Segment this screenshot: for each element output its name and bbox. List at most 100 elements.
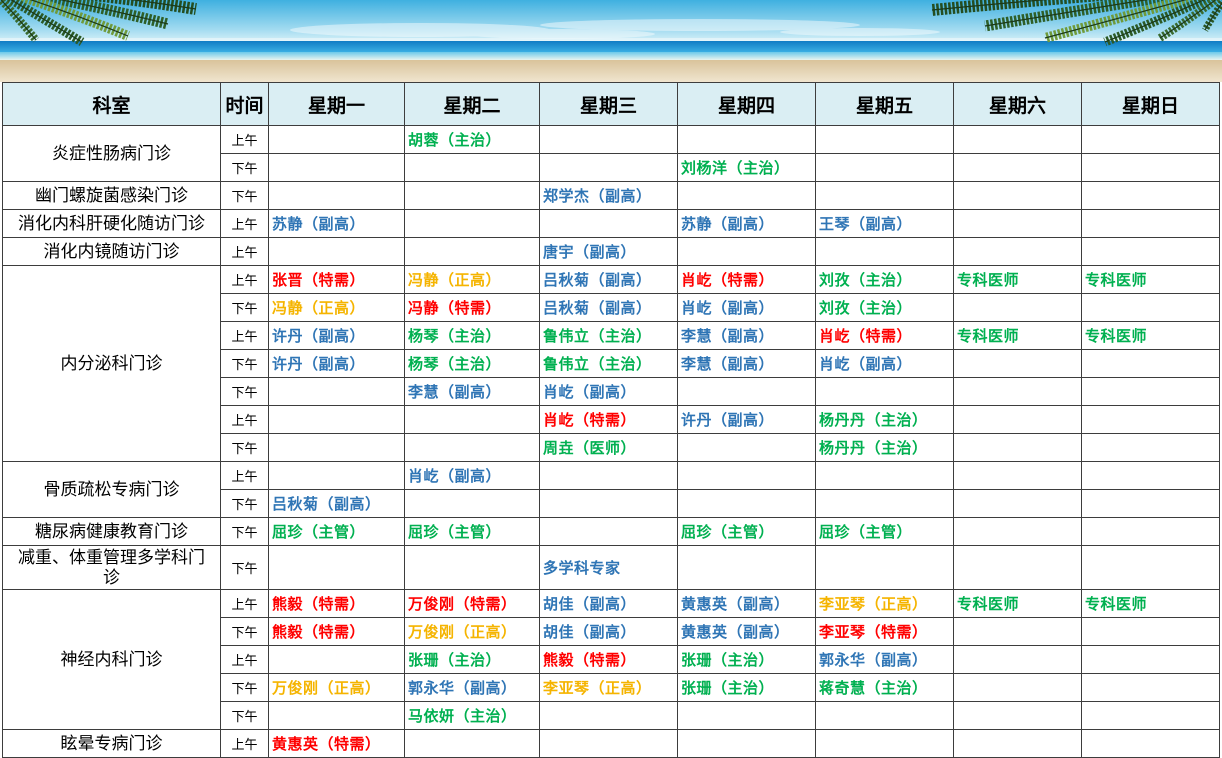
empty-cell [540, 126, 677, 153]
empty-cell [954, 434, 1081, 461]
doctor-cell: 熊毅（特需） [269, 590, 404, 617]
doctor-cell: 肖屹（副高） [678, 294, 815, 321]
empty-cell [540, 210, 677, 237]
empty-cell [954, 618, 1081, 645]
doctor-cell: 黄惠英（副高） [678, 618, 815, 645]
empty-cell [1082, 126, 1219, 153]
empty-cell [540, 154, 677, 181]
empty-cell [269, 434, 404, 461]
doctor-cell: 郭永华（副高） [405, 674, 539, 701]
doctor-cell: 杨琴（主治） [405, 350, 539, 377]
doctor-cell: 张晋（特需） [269, 266, 404, 293]
session-time-cell: 下午 [221, 154, 268, 181]
header-day-friday: 星期五 [816, 83, 953, 125]
doctor-cell: 屈珍（主管） [269, 518, 404, 545]
empty-cell [678, 378, 815, 405]
session-time-cell: 上午 [221, 322, 268, 349]
empty-cell [954, 546, 1081, 589]
doctor-cell: 冯静（特需） [405, 294, 539, 321]
empty-cell [678, 238, 815, 265]
header-day-thursday: 星期四 [678, 83, 815, 125]
empty-cell [816, 546, 953, 589]
session-time-cell: 上午 [221, 266, 268, 293]
empty-cell [1082, 730, 1219, 757]
doctor-cell: 马依妍（主治） [405, 702, 539, 729]
session-time-cell: 下午 [221, 702, 268, 729]
session-time-cell: 下午 [221, 378, 268, 405]
empty-cell [405, 182, 539, 209]
schedule-grid: 科室 时间 星期一 星期二 星期三 星期四 星期五 星期六 星期日 炎症性肠病门… [2, 82, 1220, 758]
doctor-cell: 万俊刚（正高） [269, 674, 404, 701]
empty-cell [540, 490, 677, 517]
empty-cell [405, 406, 539, 433]
header-day-saturday: 星期六 [954, 83, 1081, 125]
empty-cell [954, 210, 1081, 237]
empty-cell [954, 238, 1081, 265]
schedule-page: 科室 时间 星期一 星期二 星期三 星期四 星期五 星期六 星期日 炎症性肠病门… [0, 0, 1222, 758]
empty-cell [954, 378, 1081, 405]
empty-cell [678, 462, 815, 489]
doctor-cell: 吕秋菊（副高） [540, 294, 677, 321]
doctor-cell: 李亚琴（正高） [540, 674, 677, 701]
empty-cell [816, 378, 953, 405]
doctor-cell: 许丹（副高） [269, 322, 404, 349]
session-time-cell: 上午 [221, 210, 268, 237]
doctor-cell: 郭永华（副高） [816, 646, 953, 673]
doctor-cell: 熊毅（特需） [269, 618, 404, 645]
header-department: 科室 [3, 83, 220, 125]
empty-cell [954, 126, 1081, 153]
header-day-sunday: 星期日 [1082, 83, 1219, 125]
doctor-cell: 苏静（副高） [269, 210, 404, 237]
doctor-cell: 胡蓉（主治） [405, 126, 539, 153]
empty-cell [816, 126, 953, 153]
department-name-cell: 消化内科肝硬化随访门诊 [3, 210, 220, 237]
doctor-cell: 熊毅（特需） [540, 646, 677, 673]
header-day-tuesday: 星期二 [405, 83, 539, 125]
doctor-cell: 周垚（医师） [540, 434, 677, 461]
empty-cell [1082, 238, 1219, 265]
doctor-cell: 吕秋菊（副高） [269, 490, 404, 517]
doctor-cell: 张珊（主治） [678, 646, 815, 673]
doctor-cell: 专科医师 [1082, 590, 1219, 617]
doctor-cell: 李亚琴（特需） [816, 618, 953, 645]
empty-cell [816, 730, 953, 757]
empty-cell [405, 434, 539, 461]
header-day-wednesday: 星期三 [540, 83, 677, 125]
doctor-cell: 李亚琴（正高） [816, 590, 953, 617]
doctor-cell: 杨丹丹（主治） [816, 406, 953, 433]
doctor-cell: 万俊刚（正高） [405, 618, 539, 645]
doctor-cell: 李慧（副高） [678, 322, 815, 349]
doctor-cell: 专科医师 [954, 322, 1081, 349]
empty-cell [1082, 518, 1219, 545]
empty-cell [269, 406, 404, 433]
empty-cell [1082, 434, 1219, 461]
department-name-cell: 幽门螺旋菌感染门诊 [3, 182, 220, 209]
doctor-cell: 郑学杰（副高） [540, 182, 677, 209]
empty-cell [269, 546, 404, 589]
doctor-cell: 肖屹（特需） [816, 322, 953, 349]
session-time-cell: 下午 [221, 618, 268, 645]
department-name-cell: 内分泌科门诊 [3, 266, 220, 461]
doctor-cell: 蒋奇慧（主治） [816, 674, 953, 701]
department-name-cell: 糖尿病健康教育门诊 [3, 518, 220, 545]
empty-cell [816, 238, 953, 265]
doctor-cell: 肖屹（特需） [540, 406, 677, 433]
department-name-cell: 消化内镜随访门诊 [3, 238, 220, 265]
empty-cell [1082, 294, 1219, 321]
empty-cell [269, 646, 404, 673]
session-time-cell: 上午 [221, 462, 268, 489]
empty-cell [405, 730, 539, 757]
empty-cell [1082, 546, 1219, 589]
doctor-cell: 肖屹（特需） [678, 266, 815, 293]
session-time-cell: 上午 [221, 590, 268, 617]
empty-cell [405, 490, 539, 517]
session-time-cell: 下午 [221, 490, 268, 517]
empty-cell [540, 730, 677, 757]
empty-cell [1082, 378, 1219, 405]
doctor-cell: 胡佳（副高） [540, 618, 677, 645]
empty-cell [540, 462, 677, 489]
doctor-cell: 肖屹（副高） [540, 378, 677, 405]
session-time-cell: 下午 [221, 546, 268, 589]
session-time-cell: 下午 [221, 294, 268, 321]
empty-cell [678, 182, 815, 209]
